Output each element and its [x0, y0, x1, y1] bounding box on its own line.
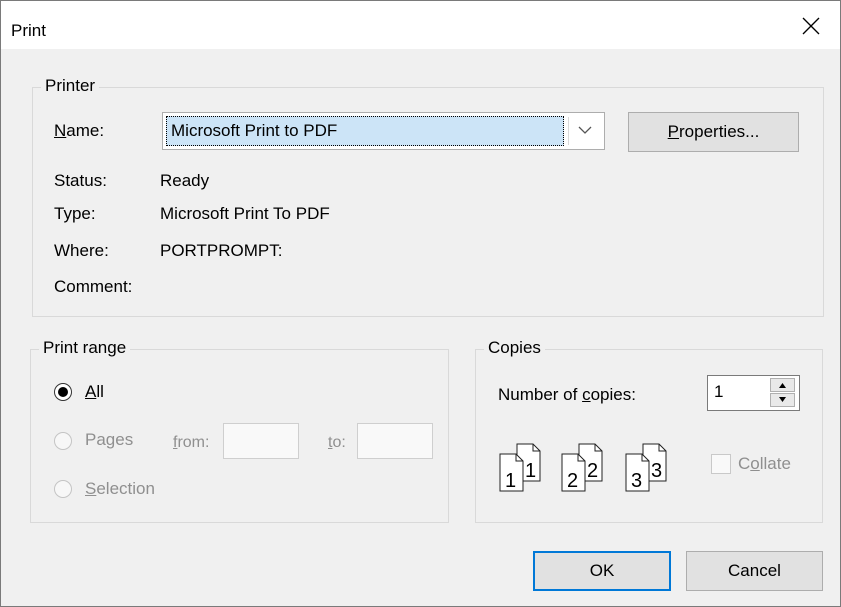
- where-label: Where:: [54, 241, 109, 260]
- radio-selection-label: Selection: [85, 479, 155, 498]
- spin-buttons: [770, 378, 797, 408]
- number-of-copies-label: Number of copies:: [498, 385, 636, 404]
- properties-button[interactable]: Properties...: [628, 112, 799, 152]
- radio-pages[interactable]: [54, 432, 72, 450]
- combo-separator: [568, 117, 569, 145]
- type-value: Microsoft Print To PDF: [160, 204, 330, 223]
- spin-up-icon: [779, 383, 786, 388]
- to-label: to:: [328, 434, 346, 451]
- print-dialog: Print Printer Name: Microsoft Print to P…: [0, 0, 841, 607]
- name-label-rest: ame:: [66, 121, 105, 140]
- page-number-f: 3: [651, 460, 662, 482]
- cancel-button[interactable]: Cancel: [686, 551, 823, 591]
- to-input[interactable]: [357, 423, 433, 459]
- printer-name-select[interactable]: Microsoft Print to PDF: [162, 112, 605, 150]
- ok-button-label: OK: [589, 561, 615, 580]
- collate-label: Collate: [738, 454, 791, 473]
- window-title: Print: [11, 21, 46, 40]
- type-label: Type:: [54, 204, 96, 223]
- status-value: Ready: [160, 171, 210, 190]
- from-input[interactable]: [223, 423, 299, 459]
- close-icon: [802, 17, 820, 35]
- page-number-d: 2: [587, 460, 598, 482]
- radio-pages-label: Pages: [85, 430, 134, 449]
- collate-checkbox[interactable]: [711, 454, 731, 474]
- comment-label: Comment:: [54, 277, 133, 296]
- page-number-e: 3: [631, 470, 642, 492]
- close-button[interactable]: [788, 1, 840, 49]
- page-number-b: 1: [525, 460, 536, 482]
- printer-name-value: Microsoft Print to PDF: [171, 121, 338, 140]
- page-set-1: 1 1: [499, 443, 541, 492]
- ok-button[interactable]: OK: [533, 551, 671, 591]
- copies-value: 1: [714, 382, 724, 401]
- radio-selection[interactable]: [54, 480, 72, 498]
- print-range-group-title: Print range: [39, 338, 131, 358]
- printer-group-title: Printer: [41, 76, 100, 96]
- page-set-2: 2 2: [561, 443, 603, 492]
- page-set-3: 3 3: [625, 443, 667, 492]
- copies-spinner[interactable]: 1: [707, 375, 800, 411]
- where-value: PORTPROMPT:: [160, 241, 283, 260]
- page-number-a: 1: [505, 470, 516, 492]
- printer-name-selected: Microsoft Print to PDF: [166, 116, 564, 146]
- spin-down-button[interactable]: [770, 393, 795, 407]
- title-bar: Print: [1, 1, 840, 49]
- collate-pages-icon: 1 1 2 2 3 3: [499, 443, 667, 492]
- from-label: from:: [173, 434, 210, 451]
- chevron-down-icon[interactable]: [578, 126, 592, 135]
- status-label: Status:: [54, 171, 107, 190]
- properties-button-label: Properties...: [667, 122, 760, 141]
- radio-all[interactable]: [54, 383, 72, 401]
- radio-all-label: All: [85, 382, 104, 401]
- page-number-c: 2: [567, 470, 578, 492]
- copies-group-title: Copies: [484, 338, 545, 358]
- spin-up-button[interactable]: [770, 378, 795, 392]
- spin-down-icon: [779, 397, 786, 402]
- name-label: Name:: [54, 121, 105, 140]
- radio-all-dot: [58, 387, 68, 397]
- cancel-button-label: Cancel: [728, 561, 781, 580]
